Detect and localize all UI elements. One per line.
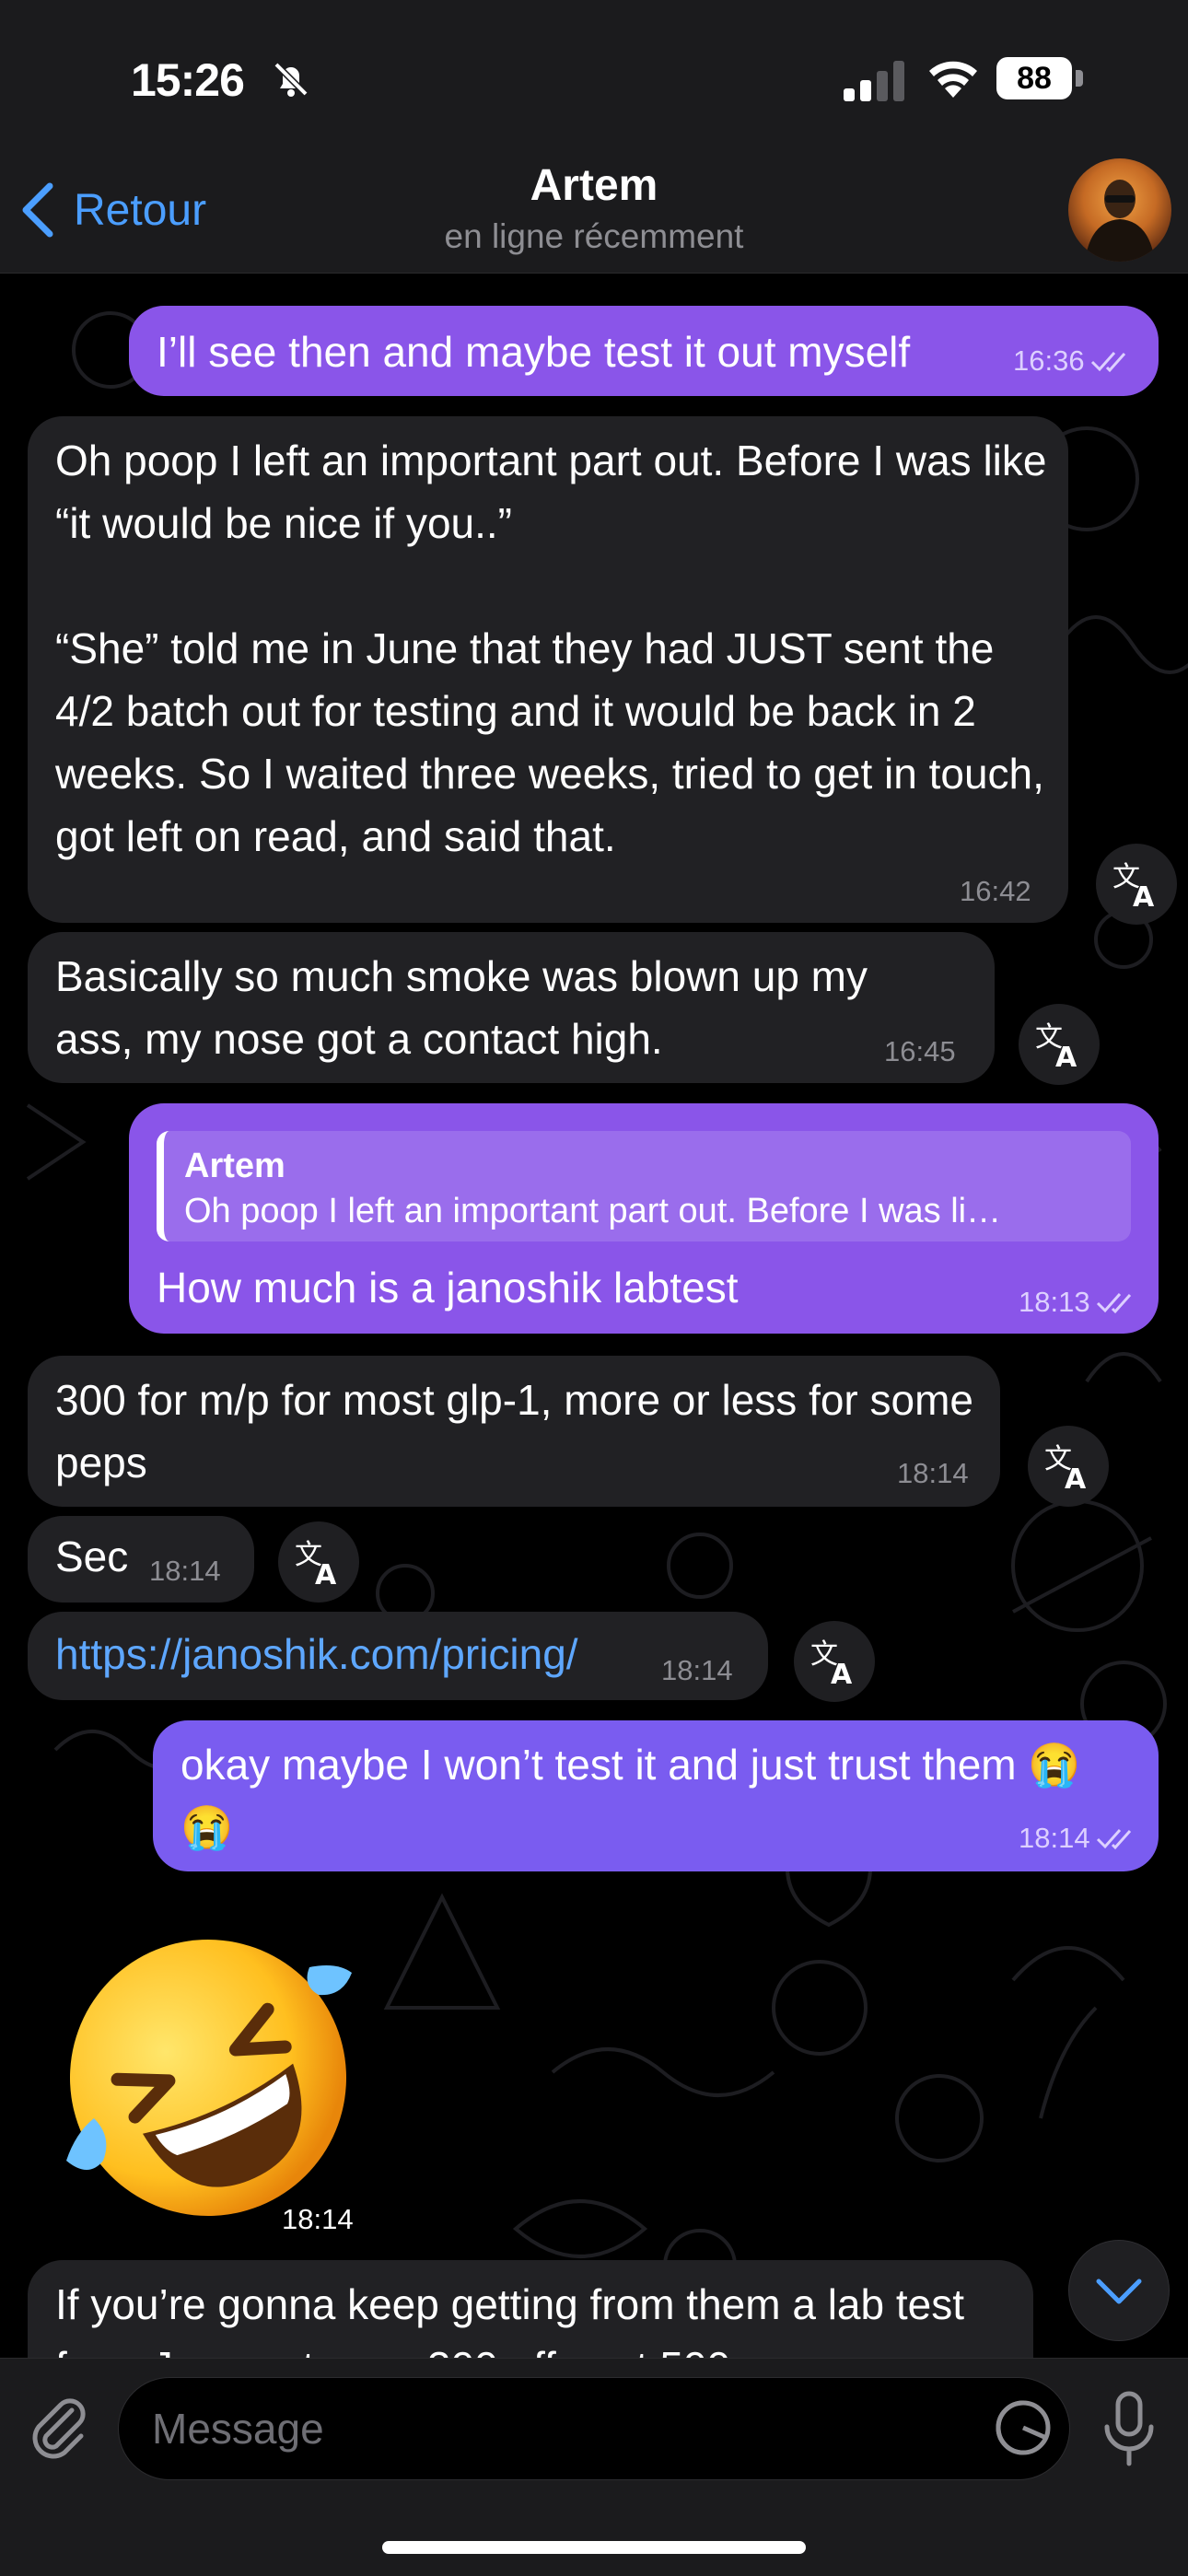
avatar[interactable] [1068, 158, 1171, 262]
message-input[interactable]: Message [118, 2377, 1070, 2480]
svg-text:A: A [315, 1559, 337, 1588]
microphone-icon[interactable] [1101, 2390, 1157, 2467]
battery-indicator: 88 [996, 57, 1085, 101]
translate-icon: 文A [810, 1638, 853, 1687]
reply-text: Oh poop I left an important part out. Be… [184, 1192, 1002, 1230]
battery-level: 88 [996, 57, 1072, 99]
scroll-to-bottom-button[interactable] [1068, 2240, 1170, 2341]
message-incoming[interactable]: 300 for m/p for most glp-1, more or less… [28, 1356, 1000, 1507]
chat-title[interactable]: Artem [0, 160, 1188, 211]
message-incoming[interactable]: Oh poop I left an important part out. Be… [28, 416, 1068, 923]
message-link[interactable]: https://janoshik.com/pricing/ [55, 1623, 578, 1685]
person-silhouette-icon [1085, 180, 1155, 262]
message-time: 18:14 [897, 1457, 969, 1489]
sticker-icon[interactable] [991, 2395, 1055, 2460]
message-time: 16:45 [884, 1035, 956, 1067]
double-check-icon [1096, 1829, 1131, 1850]
message-outgoing[interactable]: I’ll see then and maybe test it out myse… [129, 306, 1159, 396]
message-outgoing[interactable]: okay maybe I won’t test it and just trus… [153, 1720, 1159, 1871]
translate-button[interactable]: 文A [1019, 1004, 1100, 1085]
message-time: 18:14 [661, 1654, 733, 1686]
message-incoming[interactable]: Basically so much smoke was blown up my … [28, 932, 995, 1083]
message-incoming[interactable]: https://janoshik.com/pricing/ 18:14 [28, 1612, 768, 1700]
bell-muted-icon [274, 62, 309, 97]
translate-icon: 文A [1044, 1443, 1087, 1492]
message-text: 300 for m/p for most glp-1, more or less… [55, 1376, 985, 1486]
message-time: 18:13 [1019, 1286, 1138, 1319]
status-time: 15:26 [131, 54, 245, 106]
message-time: 16:42 [960, 875, 1031, 907]
message-text: okay maybe I won’t test it and just trus… [181, 1741, 1081, 1851]
svg-text:A: A [1055, 1042, 1077, 1070]
navigation-header: 15:26 88 Retour Artem en ligne récemment [0, 0, 1188, 274]
time-label: 16:36 [1013, 344, 1085, 377]
svg-text:A: A [1065, 1463, 1087, 1492]
translate-icon: 文A [1112, 861, 1155, 910]
translate-button[interactable]: 文A [1096, 844, 1177, 925]
chat-status: en ligne récemment [444, 217, 744, 255]
message-text: How much is a janoshik labtest [157, 1264, 739, 1311]
translate-icon: 文A [295, 1539, 337, 1588]
paperclip-icon[interactable] [26, 2394, 92, 2460]
translate-button[interactable]: 文A [1028, 1426, 1109, 1507]
translate-button[interactable]: 文A [794, 1621, 875, 1702]
double-check-icon [1090, 352, 1125, 373]
reply-preview[interactable]: Artem Oh poop I left an important part o… [157, 1131, 1131, 1241]
time-label: 18:14 [1019, 1822, 1090, 1854]
reply-author: Artem [184, 1147, 285, 1185]
sticker-time: 18:14 [282, 2203, 354, 2235]
message-composer: Message [0, 2358, 1188, 2576]
message-text: Sec [55, 1533, 129, 1580]
message-time: 18:14 [149, 1555, 221, 1587]
time-label: 18:13 [1019, 1286, 1090, 1318]
message-outgoing-reply[interactable]: Artem Oh poop I left an important part o… [129, 1103, 1159, 1334]
message-text: I’ll see then and maybe test it out myse… [157, 328, 911, 376]
laughing-emoji-sticker[interactable] [61, 1930, 355, 2225]
message-text: Basically so much smoke was blown up my … [55, 952, 879, 1063]
svg-text:A: A [831, 1659, 853, 1687]
chevron-down-icon [1096, 2279, 1142, 2304]
cellular-signal-icon [844, 61, 904, 101]
battery-cap [1076, 70, 1083, 87]
svg-text:A: A [1133, 881, 1155, 910]
wifi-icon [929, 61, 977, 98]
message-incoming[interactable]: Sec 18:14 [28, 1516, 254, 1603]
home-indicator [382, 2541, 806, 2554]
message-time: 16:36 [1013, 344, 1133, 378]
double-check-icon [1096, 1293, 1131, 1314]
translate-icon: 文A [1035, 1021, 1077, 1070]
message-text: Oh poop I left an important part out. Be… [55, 437, 1047, 860]
message-time: 18:14 [1019, 1822, 1138, 1855]
translate-button[interactable]: 文A [278, 1521, 359, 1603]
